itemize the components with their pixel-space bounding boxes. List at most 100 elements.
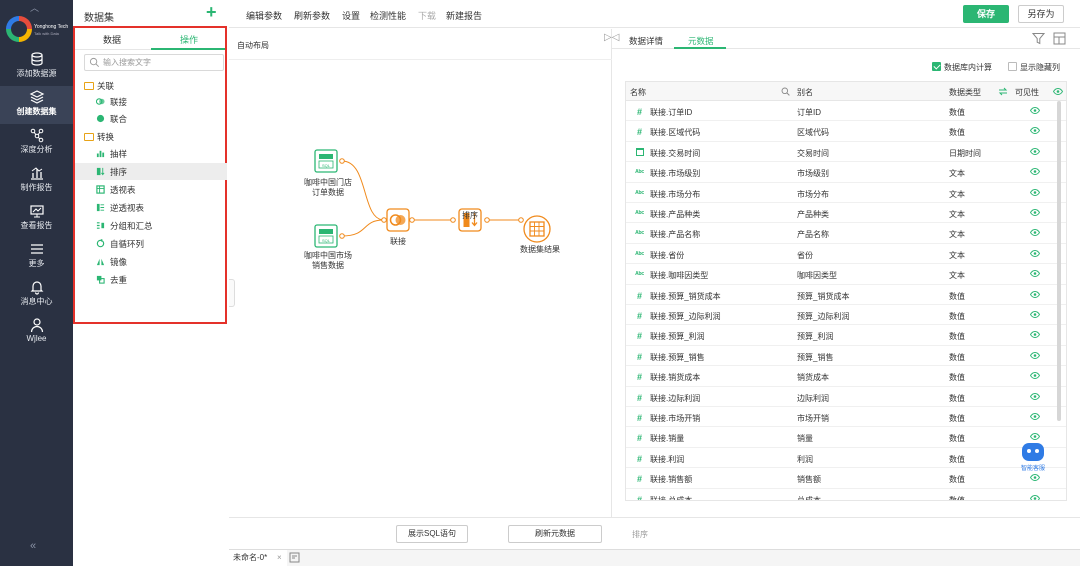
visibility-eye-icon[interactable] — [1030, 433, 1040, 441]
visibility-eye-icon[interactable] — [1030, 147, 1040, 155]
tree-item-self-loop[interactable]: 自循环列 — [75, 235, 227, 252]
save-button[interactable]: 保存 — [963, 5, 1009, 23]
nav-collapse-icon[interactable]: « — [30, 540, 36, 552]
show-hidden-checkbox[interactable] — [1008, 62, 1017, 71]
table-row[interactable]: # 联接.总成本 总成本 数值 — [626, 489, 1066, 501]
table-row[interactable]: # 联接.市场开销 市场开销 数值 — [626, 407, 1066, 428]
close-tab-icon[interactable]: × — [277, 550, 282, 566]
node-join[interactable] — [386, 208, 410, 232]
visibility-eye-icon[interactable] — [1030, 188, 1040, 196]
tree-item-group-aggregate[interactable]: 分组和汇总 — [75, 217, 227, 234]
tree-item-sort[interactable]: 排序 — [75, 163, 227, 180]
field-alias[interactable]: 总成本 — [797, 495, 821, 500]
table-row[interactable]: # 联接.订单ID 订单ID 数值 — [626, 101, 1066, 122]
field-type[interactable]: 文本 — [949, 209, 965, 220]
field-alias[interactable]: 交易时间 — [797, 148, 829, 159]
visibility-eye-icon[interactable] — [1030, 229, 1040, 237]
field-type[interactable]: 数值 — [949, 107, 965, 118]
table-row[interactable]: Abc 联接.产品种类 产品种类 文本 — [626, 203, 1066, 224]
node-src1[interactable]: SQL — [314, 149, 338, 173]
new-tab-icon[interactable] — [289, 552, 300, 563]
eye-icon[interactable] — [1053, 88, 1063, 95]
field-alias[interactable]: 销售额 — [797, 474, 821, 485]
edit-params-button[interactable]: 编辑参数 — [246, 9, 282, 22]
tree-item-mirror[interactable]: 镜像 — [75, 253, 227, 270]
field-alias[interactable]: 市场级别 — [797, 168, 829, 179]
table-row[interactable]: Abc 联接.咖啡因类型 咖啡因类型 文本 — [626, 264, 1066, 285]
nav-item-deep-analysis[interactable]: 深度分析 — [0, 124, 73, 162]
node-src2[interactable]: SQL — [314, 224, 338, 248]
add-dataset-plus-icon[interactable]: + — [206, 2, 217, 23]
field-type[interactable]: 数值 — [949, 311, 965, 322]
field-type[interactable]: 文本 — [949, 189, 965, 200]
tree-group-relation[interactable]: 关联 — [84, 80, 114, 92]
field-alias[interactable]: 边际利润 — [797, 393, 829, 404]
visibility-eye-icon[interactable] — [1030, 311, 1040, 318]
visibility-eye-icon[interactable] — [1030, 413, 1040, 420]
field-type[interactable]: 数值 — [949, 291, 965, 302]
operation-search[interactable] — [84, 54, 224, 71]
field-type[interactable]: 数值 — [949, 127, 965, 138]
field-type[interactable]: 数值 — [949, 474, 965, 485]
nav-up-arrow-icon[interactable]: ︿ — [30, 1, 39, 14]
table-row[interactable]: # 联接.区域代码 区域代码 数值 — [626, 121, 1066, 142]
db-compute-toggle[interactable]: 数据库内计算 — [932, 62, 992, 73]
tree-item-unpivot[interactable]: 逆透视表 — [75, 199, 227, 216]
tree-group-transform[interactable]: 转换 — [84, 131, 114, 143]
refresh-metadata-button[interactable]: 刷新元数据 — [508, 525, 602, 543]
table-row[interactable]: # 联接.销售额 销售额 数值 — [626, 468, 1066, 489]
nav-item-make-report[interactable]: 制作报告 — [0, 162, 73, 200]
table-row[interactable]: # 联接.预算_销货成本 预算_销货成本 数值 — [626, 285, 1066, 305]
visibility-eye-icon[interactable] — [1030, 494, 1040, 501]
tree-item-union[interactable]: 联合 — [75, 110, 227, 127]
visibility-eye-icon[interactable] — [1030, 351, 1040, 359]
field-alias[interactable]: 省份 — [797, 250, 813, 261]
visibility-eye-icon[interactable] — [1030, 290, 1040, 298]
tab-data[interactable]: 数据 — [103, 33, 121, 46]
field-alias[interactable]: 预算_销售 — [797, 352, 833, 363]
table-row[interactable]: Abc 联接.市场级别 市场级别 文本 — [626, 162, 1066, 183]
field-alias[interactable]: 销货成本 — [797, 372, 829, 383]
field-type[interactable]: 文本 — [949, 229, 965, 240]
visibility-eye-icon[interactable] — [1030, 392, 1040, 400]
field-type[interactable]: 数值 — [949, 454, 965, 465]
table-row[interactable]: # 联接.边际利润 边际利润 数值 — [626, 387, 1066, 407]
settings-button[interactable]: 设置 — [342, 9, 360, 22]
nav-item-more[interactable]: 更多 — [0, 238, 73, 276]
layout-grid-icon[interactable] — [1053, 32, 1066, 45]
tab-operations[interactable]: 操作 — [180, 33, 198, 46]
tree-item-sample[interactable]: 抽样 — [75, 145, 227, 162]
nav-item-messages[interactable]: 消息中心 — [0, 276, 73, 314]
check-performance-button[interactable]: 检测性能 — [370, 9, 406, 22]
field-alias[interactable]: 预算_销货成本 — [797, 291, 849, 302]
visibility-eye-icon[interactable] — [1030, 168, 1040, 176]
visibility-eye-icon[interactable] — [1030, 127, 1040, 135]
field-type[interactable]: 数值 — [949, 495, 965, 500]
nav-item-view-report[interactable]: 查看报告 — [0, 200, 73, 238]
nav-item-user[interactable]: Wjlee — [0, 314, 73, 352]
field-type[interactable]: 文本 — [949, 270, 965, 281]
table-row[interactable]: # 联接.销货成本 销货成本 数值 — [626, 366, 1066, 387]
table-row[interactable]: Abc 联接.省份 省份 文本 — [626, 244, 1066, 265]
visibility-eye-icon[interactable] — [1030, 107, 1040, 114]
refresh-params-button[interactable]: 刷新参数 — [294, 9, 330, 22]
field-type[interactable]: 文本 — [949, 250, 965, 261]
visibility-eye-icon[interactable] — [1030, 372, 1040, 380]
field-type[interactable]: 数值 — [949, 331, 965, 342]
show-hidden-toggle[interactable]: 显示隐藏列 — [1008, 62, 1060, 73]
column-search-icon[interactable] — [781, 87, 790, 96]
field-type[interactable]: 文本 — [949, 168, 965, 179]
field-type[interactable]: 日期时间 — [949, 148, 981, 159]
new-report-button[interactable]: 新建报告 — [446, 9, 482, 22]
tree-item-join[interactable]: 联接 — [75, 93, 227, 110]
table-scrollbar[interactable] — [1057, 101, 1061, 421]
field-alias[interactable]: 市场分布 — [797, 189, 829, 200]
table-row[interactable]: Abc 联接.市场分布 市场分布 文本 — [626, 183, 1066, 203]
field-type[interactable]: 数值 — [949, 372, 965, 383]
field-type[interactable]: 数值 — [949, 413, 965, 424]
table-row[interactable]: Abc 联接.产品名称 产品名称 文本 — [626, 223, 1066, 244]
tree-item-dedupe[interactable]: 去重 — [75, 271, 227, 288]
field-alias[interactable]: 产品种类 — [797, 209, 829, 220]
table-row[interactable]: # 联接.预算_边际利润 预算_边际利润 数值 — [626, 305, 1066, 326]
table-row[interactable]: # 联接.利润 利润 数值 — [626, 448, 1066, 469]
